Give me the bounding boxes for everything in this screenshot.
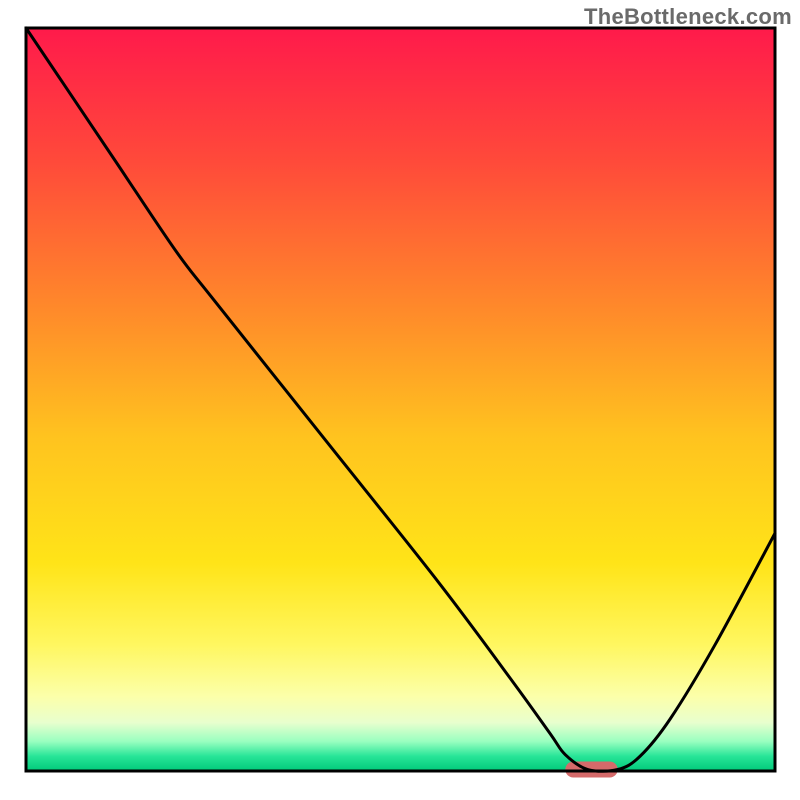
chart-svg xyxy=(0,0,800,800)
plot-background xyxy=(26,28,775,771)
watermark-text: TheBottleneck.com xyxy=(584,4,792,30)
bottleneck-chart: TheBottleneck.com xyxy=(0,0,800,800)
